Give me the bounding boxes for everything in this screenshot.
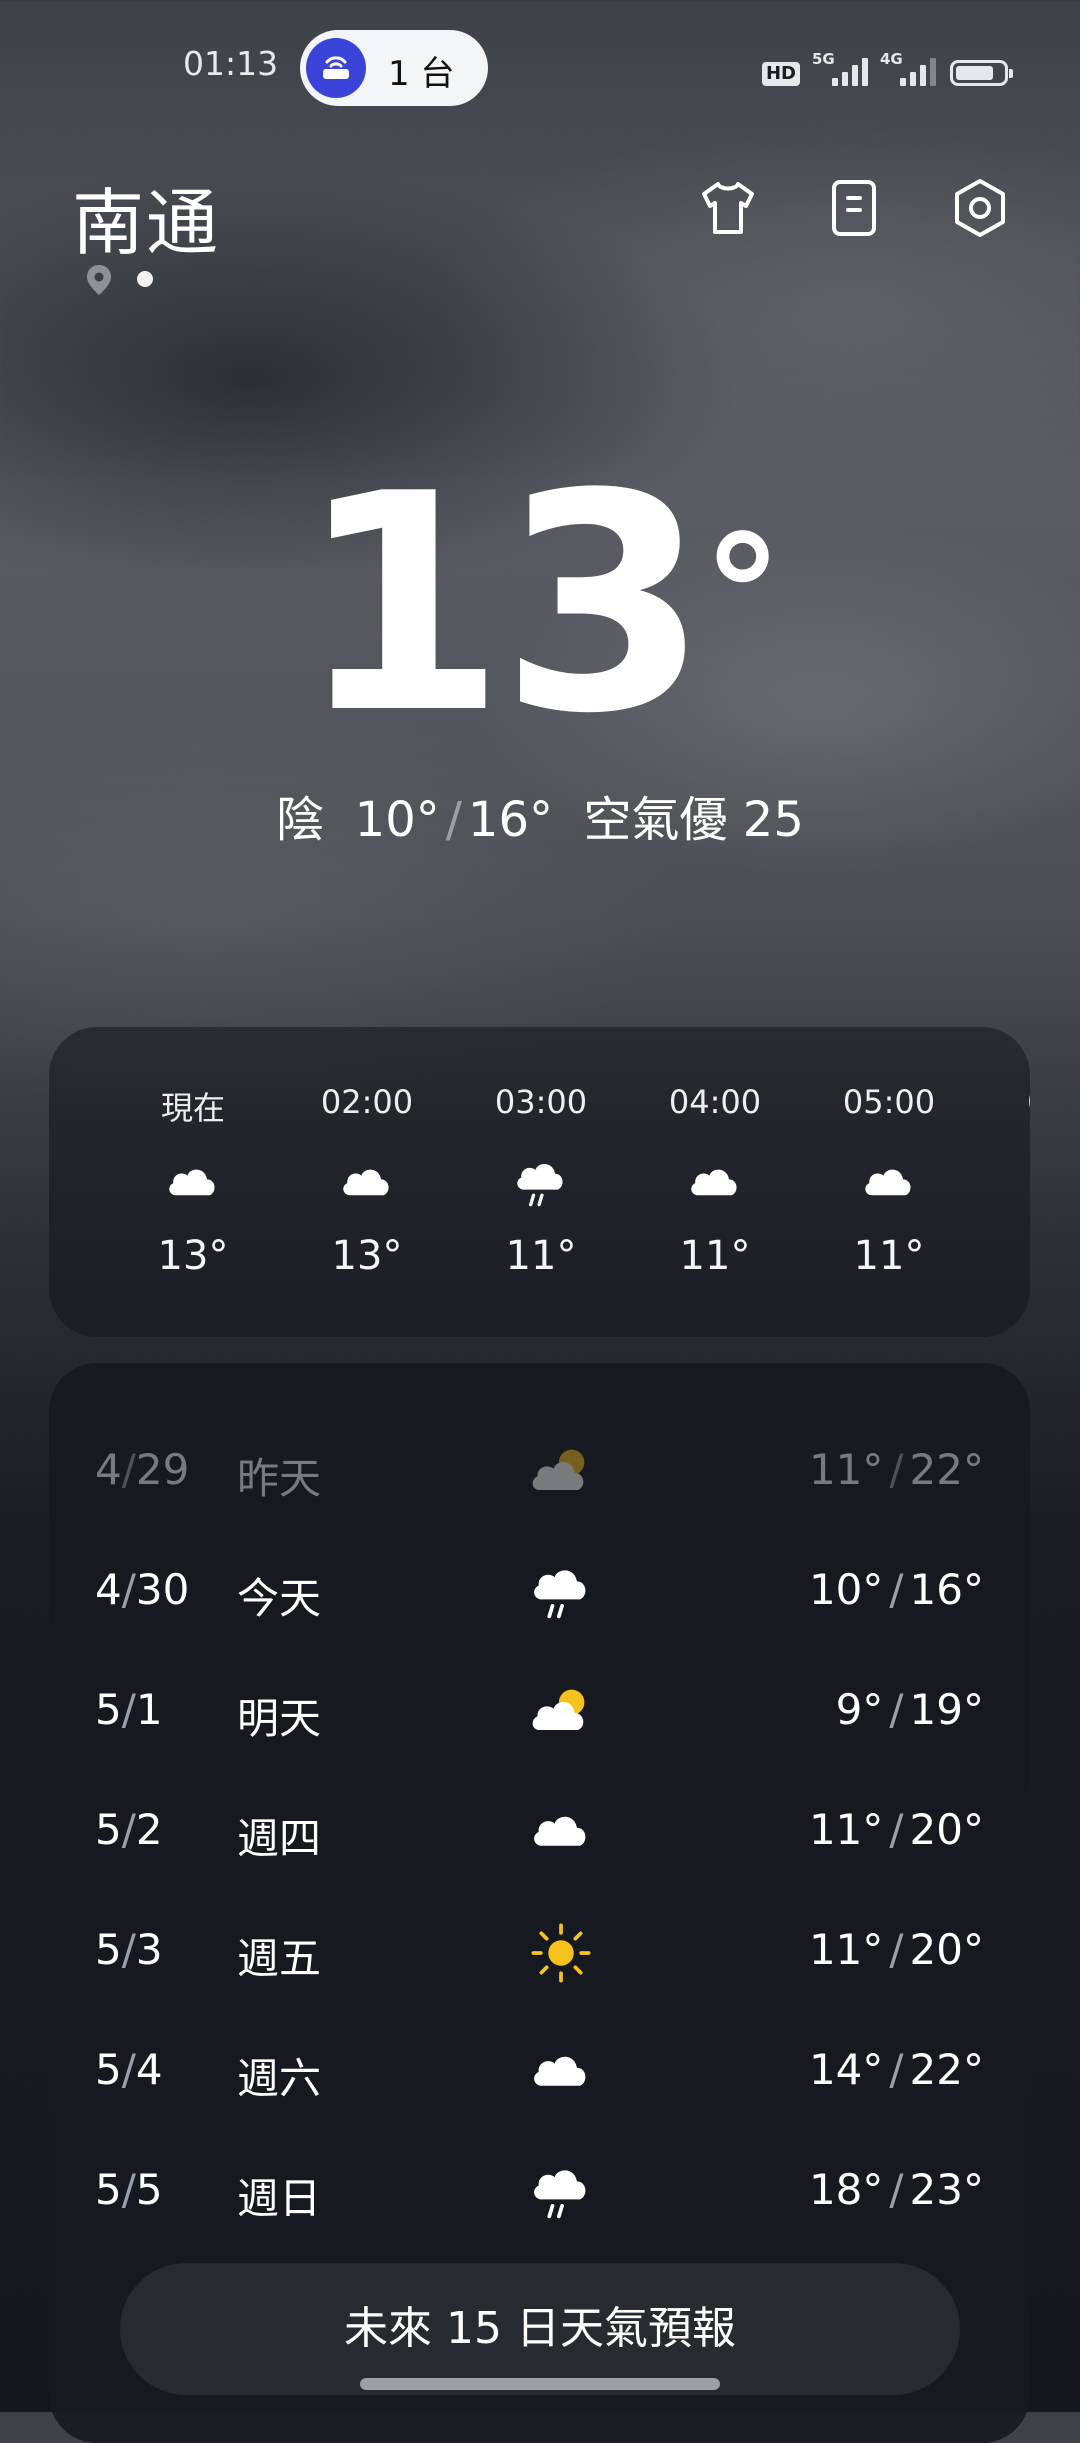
location-pin-icon [86,264,112,300]
high-temp: 16° [467,792,553,848]
sun-icon [527,1919,595,1987]
15-day-forecast-button[interactable]: 未來 15 日天氣預報 [120,2263,960,2395]
signal-4g-icon: 4G [880,50,936,86]
hd-voice-badge: HD [761,62,800,86]
partly-cloudy-icon [527,1439,595,1507]
rain-icon [511,1154,571,1214]
air-quality[interactable]: 空氣優 25 [584,792,804,848]
cloud-icon [685,1154,745,1214]
battery-icon [950,60,1013,86]
daily-row[interactable]: 5/3 週五 11°/20° [49,1893,1030,2013]
daily-row[interactable]: 5/4 週六 14°/22° [49,2013,1030,2133]
home-indicator[interactable] [360,2378,720,2390]
status-time: 01:13 [183,44,279,83]
current-temperature: 13° [297,430,783,779]
settings-icon[interactable] [948,176,1012,240]
hourly-forecast-card[interactable]: 現在 13° 02:00 13° 03:00 11° 04:00 11° 05:… [49,1027,1030,1337]
daily-row[interactable]: 5/5 週日 18°/23° [49,2133,1030,2253]
rain-icon [527,1559,595,1627]
hotspot-icon [306,38,366,98]
condition-text: 陰 [276,792,325,848]
notebook-icon[interactable] [822,176,886,240]
daily-row[interactable]: 5/1 明天 9°/19° [49,1653,1030,1773]
cloud-icon [527,1799,595,1867]
cloud-icon [527,2039,595,2107]
daily-row[interactable]: 4/30 今天 10°/16° [49,1533,1030,1653]
daily-row[interactable]: 4/29 昨天 11°/22° [49,1413,1030,1533]
status-icons: HD 5G 4G [761,50,1013,86]
shirt-icon[interactable] [696,176,760,240]
low-temp: 10° [354,792,440,848]
partly-cloudy-icon [527,1679,595,1747]
page-indicator-dot [137,271,153,287]
daily-row[interactable]: 5/2 週四 11°/20° [49,1773,1030,1893]
cloud-icon [163,1154,223,1214]
cloud-icon [859,1154,919,1214]
hotspot-count: 1 台 [388,54,455,94]
city-name[interactable]: 南通 [72,164,220,269]
rain-icon [527,2159,595,2227]
current-summary: 陰 10°/16° 空氣優 25 [276,792,804,848]
cloud-icon [337,1154,397,1214]
signal-5g-icon: 5G [812,50,868,86]
